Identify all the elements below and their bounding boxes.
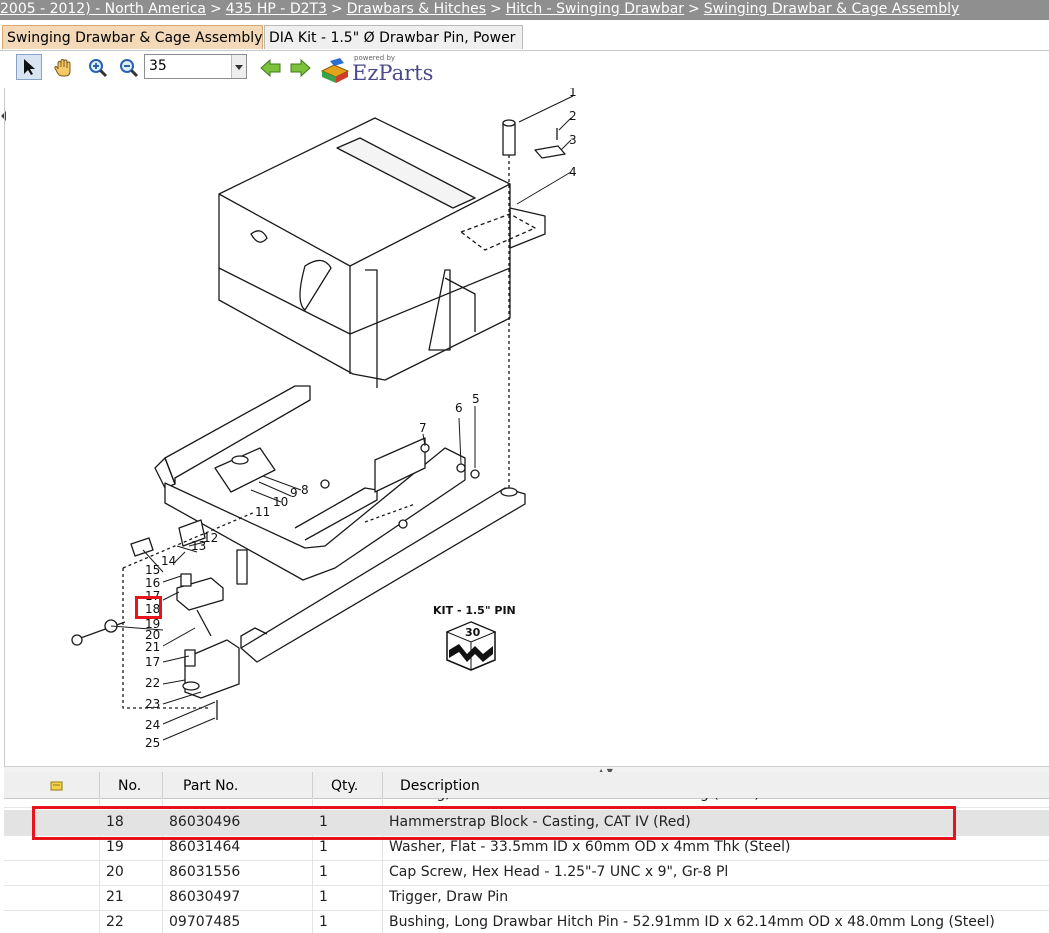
cell-description: Hammerstrap Block - Casting, CAT IV (Red… <box>389 814 691 830</box>
ezparts-logo: powered by EzParts <box>320 54 434 86</box>
cell-no: 17 <box>100 798 163 807</box>
exploded-view-drawing: 1 2 3 4 5 6 7 8 9 10 11 12 13 14 15 16 1… <box>71 88 577 750</box>
parts-diagram[interactable]: 1 2 3 4 5 6 7 8 9 10 11 12 13 14 15 16 1… <box>4 88 1047 766</box>
callout-17[interactable]: 17 <box>145 589 160 603</box>
viewer-toolbar: 35 powered by EzParts <box>0 51 1049 121</box>
cell-part-no: 86031556 <box>163 860 313 885</box>
breadcrumb-separator: > <box>490 1 502 17</box>
callout-13[interactable]: 13 <box>191 539 206 553</box>
callout-4[interactable]: 4 <box>569 165 577 179</box>
cell-icon <box>4 835 100 860</box>
breadcrumb-link-model[interactable]: 435 HP - D2T3 <box>226 1 327 17</box>
cell-icon <box>4 885 100 910</box>
cell-description: Washer, Flat - 33.5mm ID x 60mm OD x 4mm… <box>389 839 791 855</box>
callout-2[interactable]: 2 <box>569 109 577 123</box>
breadcrumb-link-region[interactable]: 2005 - 2012) - North America <box>0 1 206 17</box>
column-part-no[interactable]: Part No. <box>163 772 313 798</box>
table-row-selected[interactable]: 18 86030496 1 Hammerstrap Block - Castin… <box>4 810 1049 836</box>
cell-qty: 1 <box>313 860 383 885</box>
breadcrumb-link-category[interactable]: Drawbars & Hitches <box>347 1 486 17</box>
breadcrumb-separator: > <box>688 1 700 17</box>
cell-description: Bushing, Reducer - 55.90mm D x 44mm Long… <box>383 798 1049 807</box>
column-description[interactable]: Description <box>383 772 1049 798</box>
column-no[interactable]: No. <box>100 772 163 798</box>
cell-part-no: 86030497 <box>163 885 313 910</box>
callout-16[interactable]: 16 <box>145 576 160 590</box>
cell-description: Trigger, Draw Pin <box>389 889 509 905</box>
parts-grid-header: No. Part No. Qty. Description <box>4 772 1049 799</box>
cell-description: Bushing, Long Drawbar Hitch Pin - 52.91m… <box>389 914 995 930</box>
logo-name: EzParts <box>352 61 434 85</box>
note-icon <box>50 781 63 791</box>
cell-description: Cap Screw, Hex Head - 1.25"-7 UNC x 9", … <box>389 864 729 880</box>
tab-bar: Swinging Drawbar & Cage Assembly DIA Kit… <box>0 22 1049 51</box>
hand-icon[interactable] <box>49 54 75 80</box>
cell-no: 18 <box>100 810 163 835</box>
cell-part-no: 86030496 <box>163 810 313 835</box>
column-cart[interactable] <box>4 772 100 798</box>
cell-part-no: 86015722 <box>163 798 313 807</box>
pointer-icon[interactable] <box>16 54 42 80</box>
cell-icon <box>4 810 100 835</box>
callout-14[interactable]: 14 <box>161 554 176 568</box>
ezparts-logo-icon <box>320 58 350 83</box>
zoom-in-icon[interactable] <box>84 54 110 80</box>
callout-22[interactable]: 22 <box>145 676 160 690</box>
zoom-level-value: 35 <box>149 58 167 74</box>
cell-no: 20 <box>100 860 163 885</box>
zoom-level-select[interactable]: 35 <box>144 54 247 79</box>
cell-qty: 1 <box>313 835 383 860</box>
callout-18[interactable]: 18 <box>145 602 160 616</box>
callout-8[interactable]: 8 <box>301 483 309 497</box>
breadcrumb-separator: > <box>209 1 222 17</box>
parts-grid-body: 17 86015722 1 Bushing, Reducer - 55.90mm… <box>4 798 1049 933</box>
zoom-out-icon[interactable] <box>115 54 141 80</box>
callout-9[interactable]: 9 <box>290 486 298 500</box>
cell-no: 19 <box>100 835 163 860</box>
table-row[interactable]: 19 86031464 1 Washer, Flat - 33.5mm ID x… <box>4 835 1049 861</box>
table-row[interactable]: 20 86031556 1 Cap Screw, Hex Head - 1.25… <box>4 860 1049 886</box>
forward-arrow-icon[interactable] <box>286 54 312 80</box>
callout-15[interactable]: 15 <box>145 563 160 577</box>
tab-swinging-drawbar[interactable]: Swinging Drawbar & Cage Assembly <box>2 25 263 49</box>
cell-part-no: 09707485 <box>163 910 313 933</box>
table-row[interactable]: 21 86030497 1 Trigger, Draw Pin <box>4 885 1049 911</box>
cell-no: 21 <box>100 885 163 910</box>
cell-icon <box>4 910 100 933</box>
callout-21[interactable]: 21 <box>145 640 160 654</box>
cell-qty: 1 <box>313 910 383 933</box>
callout-23[interactable]: 23 <box>145 697 160 711</box>
breadcrumb: 2005 - 2012) - North America >435 HP - D2… <box>0 0 1049 20</box>
kit-number: 30 <box>465 626 481 639</box>
column-qty[interactable]: Qty. <box>313 772 383 798</box>
cell-part-no: 86031464 <box>163 835 313 860</box>
cell-qty: 1 <box>313 885 383 910</box>
breadcrumb-separator: > <box>330 1 343 17</box>
cell-icon <box>4 860 100 885</box>
cell-qty: 1 <box>313 798 383 807</box>
back-arrow-icon[interactable] <box>256 54 282 80</box>
kit-pin-callout[interactable]: KIT - 1.5" PIN 30 <box>433 604 516 671</box>
callout-6[interactable]: 6 <box>455 401 463 415</box>
callout-24[interactable]: 24 <box>145 718 160 732</box>
callout-11[interactable]: 11 <box>255 505 270 519</box>
table-row[interactable]: 17 86015722 1 Bushing, Reducer - 55.90mm… <box>4 798 1049 808</box>
cell-qty: 1 <box>313 810 383 835</box>
callout-25[interactable]: 25 <box>145 736 160 750</box>
cell-icon <box>4 798 100 807</box>
chevron-down-icon[interactable] <box>231 55 246 78</box>
kit-label: KIT - 1.5" PIN <box>433 604 516 617</box>
callout-1[interactable]: 1 <box>569 88 577 99</box>
breadcrumb-link-subcategory[interactable]: Hitch - Swinging Drawbar <box>506 1 684 17</box>
callout-17-lower[interactable]: 17 <box>145 655 160 669</box>
callout-7[interactable]: 7 <box>419 421 427 435</box>
cell-no: 22 <box>100 910 163 933</box>
table-row[interactable]: 22 09707485 1 Bushing, Long Drawbar Hitc… <box>4 910 1049 933</box>
callout-5[interactable]: 5 <box>472 392 480 406</box>
breadcrumb-link-current[interactable]: Swinging Drawbar & Cage Assembly <box>704 1 959 17</box>
tab-dia-kit[interactable]: DIA Kit - 1.5" Ø Drawbar Pin, Power <box>264 25 523 49</box>
callout-3[interactable]: 3 <box>569 133 577 147</box>
callout-10[interactable]: 10 <box>273 495 288 509</box>
